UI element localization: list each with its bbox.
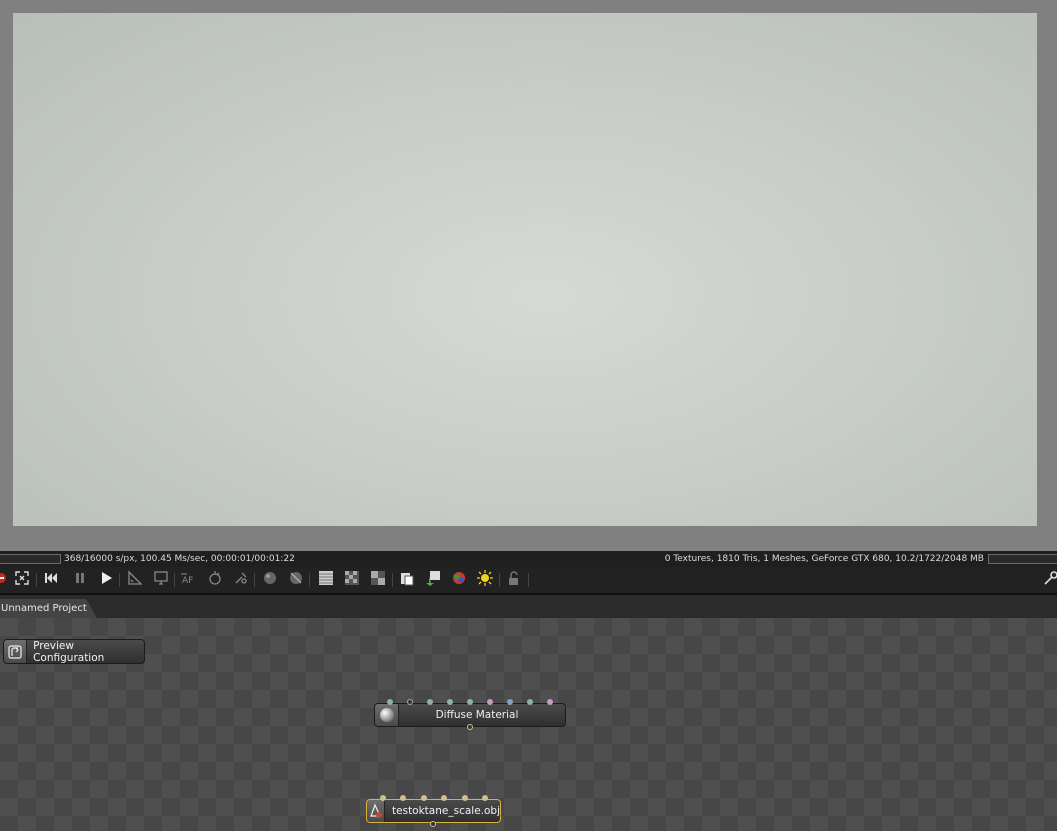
render-progress-bar (0, 554, 61, 564)
project-tab-bar: Unnamed Project (0, 595, 1057, 618)
clay-off-icon (288, 570, 304, 590)
white-balance-button[interactable] (206, 571, 224, 589)
fit-button[interactable] (13, 571, 31, 589)
mesh-input-pin[interactable] (421, 795, 427, 801)
tab-unnamed-project[interactable]: Unnamed Project (0, 599, 97, 618)
color-pick-icon (451, 570, 467, 590)
scene-stats: 0 Textures, 1810 Tris, 1 Meshes, GeForce… (664, 554, 984, 564)
render-stats: 368/16000 s/px, 100.45 Ms/sec, 00:00:01/… (64, 554, 295, 564)
clay-mode-icon (262, 570, 278, 590)
alpha-checker-icon (318, 570, 334, 590)
render-viewport[interactable] (13, 13, 1037, 526)
node-graph-editor[interactable]: Preview Configuration Diffuse Material t… (0, 618, 1057, 831)
checker-button[interactable] (343, 571, 361, 589)
clipboard-icon (399, 570, 415, 590)
material-input-pin[interactable] (487, 699, 493, 705)
material-input-pin[interactable] (547, 699, 553, 705)
mesh-output-pin[interactable] (430, 821, 436, 827)
af-focus-button[interactable]: AF (180, 571, 198, 589)
material-input-pin[interactable] (467, 699, 473, 705)
export-button[interactable] (424, 571, 442, 589)
render-status-bar: 368/16000 s/px, 100.45 Ms/sec, 00:00:01/… (0, 551, 1057, 567)
region-button[interactable] (126, 570, 144, 590)
material-input-pin[interactable] (387, 699, 393, 705)
color-pick-button[interactable] (450, 571, 468, 589)
rewind-icon (43, 570, 59, 590)
mesh-input-pin[interactable] (462, 795, 468, 801)
mesh-input-pin[interactable] (482, 795, 488, 801)
clipboard-button[interactable] (398, 571, 416, 589)
display-button[interactable] (152, 571, 170, 589)
material-pick-button[interactable] (232, 571, 250, 589)
white-balance-icon (207, 570, 223, 590)
settings-wrench-icon (1043, 570, 1057, 590)
checker-small-icon (370, 570, 386, 590)
preview-configuration-node[interactable]: Preview Configuration (3, 639, 145, 664)
clay-off-button[interactable] (287, 571, 305, 589)
mesh-label: testoktane_scale.obj (392, 805, 500, 817)
material-input-pin[interactable] (527, 699, 533, 705)
lock-icon (506, 570, 522, 590)
export-icon (425, 570, 441, 590)
preview-config-label: Preview Configuration (33, 639, 105, 664)
lights-icon (477, 570, 493, 590)
tab-label: Unnamed Project (1, 603, 87, 614)
preview-config-icon (4, 640, 28, 663)
mesh-input-pin[interactable] (441, 795, 447, 801)
alpha-checker-button[interactable] (317, 571, 335, 589)
pause-icon (72, 570, 88, 590)
lights-button[interactable] (476, 570, 494, 590)
memory-bar (988, 554, 1057, 564)
material-output-pin[interactable] (467, 724, 473, 730)
render-toolbar: AF (0, 567, 1057, 595)
checker-small-button[interactable] (369, 571, 387, 589)
clay-mode-button[interactable] (261, 571, 279, 589)
mesh-icon (367, 800, 386, 822)
material-sphere-icon (375, 704, 399, 726)
material-input-pin[interactable] (407, 699, 413, 705)
material-input-pin[interactable] (427, 699, 433, 705)
svg-text:AF: AF (182, 576, 193, 586)
play-button[interactable] (97, 571, 115, 589)
material-input-pin[interactable] (507, 699, 513, 705)
mesh-input-pin[interactable] (400, 795, 406, 801)
af-focus-icon: AF (180, 570, 198, 590)
checker-icon (344, 570, 360, 590)
mesh-input-pin[interactable] (380, 795, 386, 801)
play-icon (98, 570, 114, 590)
fit-icon (14, 570, 30, 590)
material-input-pin[interactable] (447, 699, 453, 705)
material-pick-icon (233, 570, 249, 590)
lock-button[interactable] (505, 571, 523, 589)
settings-button[interactable] (1042, 571, 1057, 589)
reset-button[interactable] (0, 571, 10, 589)
pause-button[interactable] (71, 571, 89, 589)
diffuse-material-label: Diffuse Material (435, 709, 519, 721)
region-icon (127, 570, 143, 590)
mesh-node[interactable]: testoktane_scale.obj (366, 799, 501, 823)
display-icon (153, 570, 169, 590)
rewind-button[interactable] (42, 571, 60, 589)
reset-icon (0, 570, 9, 590)
